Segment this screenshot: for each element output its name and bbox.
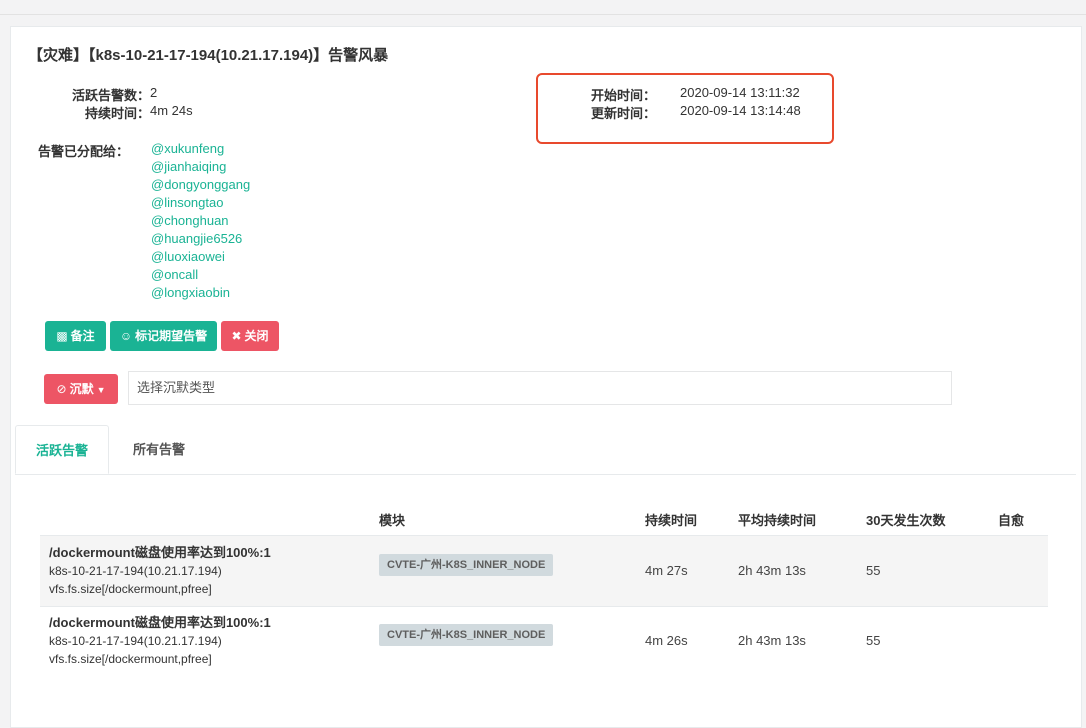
assignee-link[interactable]: @linsongtao (151, 194, 250, 212)
update-time-row: 更新时间： 2020-09-14 13:14:48 (556, 103, 801, 122)
tab-active-alerts[interactable]: 活跃告警 (15, 425, 109, 474)
alert-name: /dockermount磁盘使用率达到100%:1 (49, 545, 271, 560)
note-icon: ▩ (56, 329, 68, 343)
silence-button-label: 沉默 (69, 382, 94, 396)
duration-value: 4m 24s (150, 103, 193, 118)
top-bar (0, 0, 1086, 15)
assignee-link[interactable]: @jianhaiqing (151, 158, 250, 176)
header-avg-duration: 平均持续时间 (738, 513, 817, 528)
duration-label: 持续时间： (84, 106, 150, 121)
close-button-label: 关闭 (244, 329, 269, 343)
alert-metric-cell: /dockermount磁盘使用率达到100%:1 k8s-10-21-17-1… (49, 614, 271, 668)
duration-cell: 4m 26s (645, 633, 688, 648)
table-row[interactable]: /dockermount磁盘使用率达到100%:1 k8s-10-21-17-1… (40, 535, 1048, 607)
mark-expected-button-label: 标记期望告警 (135, 329, 208, 343)
alert-tabs: 活跃告警 所有告警 (15, 425, 1076, 475)
assignee-link[interactable]: @chonghuan (151, 212, 250, 230)
close-icon: ✖ (231, 329, 242, 343)
table-row[interactable]: /dockermount磁盘使用率达到100%:1 k8s-10-21-17-1… (40, 606, 1048, 676)
assignee-link[interactable]: @luoxiaowei (151, 248, 250, 266)
assignee-link[interactable]: @oncall (151, 266, 250, 284)
active-count-value: 2 (150, 85, 158, 100)
module-badge: CVTE-广州-K8S_INNER_NODE (379, 624, 554, 646)
note-button-label: 备注 (70, 329, 95, 343)
note-button[interactable]: ▩ 备注 (45, 321, 106, 351)
start-time-row: 开始时间： 2020-09-14 13:11:32 (556, 85, 800, 104)
mute-icon: ⊘ (56, 382, 67, 396)
update-time-value: 2020-09-14 13:14:48 (680, 103, 801, 118)
avg-duration-cell: 2h 43m 13s (738, 563, 806, 578)
alert-key: vfs.fs.size[/dockermount,pfree] (49, 652, 212, 666)
mark-expected-button[interactable]: ☺ 标记期望告警 (110, 321, 217, 351)
assigned-label-row: 告警已分配给： (38, 141, 129, 160)
close-button[interactable]: ✖ 关闭 (221, 321, 279, 351)
header-duration: 持续时间 (645, 513, 698, 528)
assignee-list: @xukunfeng @jianhaiqing @dongyonggang @l… (151, 140, 250, 302)
smile-icon: ☺ (119, 329, 133, 343)
count-cell: 55 (866, 633, 881, 648)
duration-cell: 4m 27s (645, 563, 688, 578)
header-30d-count: 30天发生次数 (866, 513, 946, 528)
avg-duration-cell: 2h 43m 13s (738, 633, 806, 648)
update-time-label: 更新时间： (590, 106, 656, 121)
assignee-link[interactable]: @longxiaobin (151, 284, 250, 302)
assigned-label: 告警已分配给： (38, 144, 130, 159)
tab-all-alerts[interactable]: 所有告警 (115, 425, 203, 474)
alert-host: k8s-10-21-17-194(10.21.17.194) (49, 564, 222, 578)
caret-down-icon: ▼ (96, 385, 106, 395)
count-cell: 55 (866, 563, 881, 578)
silence-type-select[interactable]: 选择沉默类型 (128, 371, 952, 405)
start-time-label: 开始时间： (590, 88, 656, 103)
active-count-row: 活跃告警数： 2 (50, 85, 157, 104)
alert-name: /dockermount磁盘使用率达到100%:1 (49, 615, 271, 630)
alert-metric-cell: /dockermount磁盘使用率达到100%:1 k8s-10-21-17-1… (49, 544, 271, 598)
assignee-link[interactable]: @dongyonggang (151, 176, 250, 194)
start-time-value: 2020-09-14 13:11:32 (680, 85, 800, 100)
duration-row: 持续时间： 4m 24s (50, 103, 193, 122)
alert-key: vfs.fs.size[/dockermount,pfree] (49, 582, 212, 596)
alert-host: k8s-10-21-17-194(10.21.17.194) (49, 634, 222, 648)
assignee-link[interactable]: @huangjie6526 (151, 230, 250, 248)
page-title: 【灾难】【k8s-10-21-17-194(10.21.17.194)】告警风暴 (28, 47, 389, 64)
module-badge: CVTE-广州-K8S_INNER_NODE (379, 554, 554, 576)
assignee-link[interactable]: @xukunfeng (151, 140, 250, 158)
header-module: 模块 (379, 513, 406, 528)
silence-dropdown-button[interactable]: ⊘ 沉默 ▼ (44, 374, 118, 404)
active-count-label: 活跃告警数： (71, 88, 150, 103)
header-self-heal: 自愈 (998, 513, 1025, 528)
